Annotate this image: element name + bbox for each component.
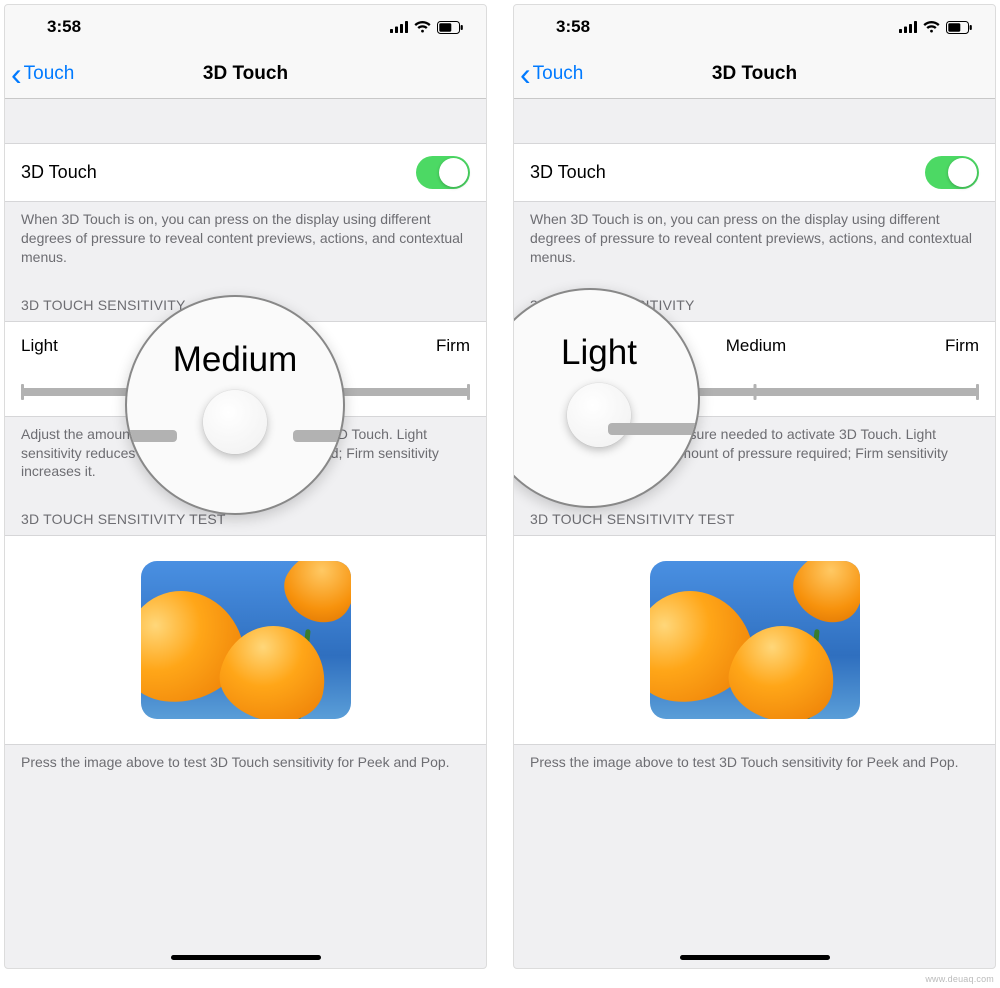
sensitivity-slider[interactable] — [21, 374, 470, 404]
slider-labels: Light Medium Firm — [530, 336, 979, 356]
cellular-signal-icon — [899, 21, 917, 33]
slider-tick — [467, 384, 470, 400]
chevron-left-icon: ‹ — [11, 58, 22, 90]
slider-label-medium: Medium — [726, 336, 786, 356]
slider-tick — [753, 384, 756, 400]
battery-icon — [946, 21, 973, 34]
wifi-icon — [923, 21, 940, 33]
slider-label-medium: Medium — [217, 336, 277, 356]
slider-labels: Light Medium Firm — [21, 336, 470, 356]
status-bar: 3:58 — [514, 5, 995, 49]
battery-icon — [437, 21, 464, 34]
test-header: 3D TOUCH SENSITIVITY TEST — [5, 491, 486, 535]
test-section — [514, 535, 995, 745]
slider-label-firm: Firm — [436, 336, 470, 356]
back-label: Touch — [24, 63, 75, 85]
toggle-label: 3D Touch — [530, 162, 606, 183]
slider-label-firm: Firm — [945, 336, 979, 356]
sensitivity-slider[interactable] — [530, 374, 979, 404]
spacer — [5, 99, 486, 143]
test-header: 3D TOUCH SENSITIVITY TEST — [514, 491, 995, 535]
slider-tick — [976, 384, 979, 400]
toggle-footer: When 3D Touch is on, you can press on th… — [5, 202, 486, 277]
slider-label-light: Light — [530, 336, 567, 356]
test-section — [5, 535, 486, 745]
watermark: www.deuaq.com — [925, 974, 994, 984]
nav-bar: ‹ Touch 3D Touch — [514, 49, 995, 99]
back-button[interactable]: ‹ Touch — [514, 58, 583, 90]
slider-thumb[interactable] — [528, 377, 558, 407]
phone-right: 3:58 ‹ Touch 3D Touch 3D Touc — [513, 4, 996, 969]
slider-thumb[interactable] — [231, 377, 261, 407]
toggle-3d-touch[interactable] — [416, 156, 470, 189]
status-time: 3:58 — [556, 17, 590, 37]
chevron-left-icon: ‹ — [520, 58, 531, 90]
test-footer: Press the image above to test 3D Touch s… — [5, 745, 486, 782]
toggle-knob — [948, 158, 977, 187]
toggle-row-3d-touch: 3D Touch — [514, 143, 995, 202]
spacer — [514, 99, 995, 143]
sensitivity-test-image[interactable] — [650, 561, 860, 719]
page-title: 3D Touch — [5, 63, 486, 85]
sensitivity-header: 3D TOUCH SENSITIVITY — [514, 277, 995, 321]
sensitivity-slider-box: Light Medium Firm — [514, 321, 995, 417]
toggle-footer: When 3D Touch is on, you can press on th… — [514, 202, 995, 277]
test-footer: Press the image above to test 3D Touch s… — [514, 745, 995, 782]
back-label: Touch — [533, 63, 584, 85]
toggle-knob — [439, 158, 468, 187]
status-icons — [899, 21, 973, 34]
cellular-signal-icon — [390, 21, 408, 33]
toggle-label: 3D Touch — [21, 162, 97, 183]
status-icons — [390, 21, 464, 34]
page-title: 3D Touch — [514, 63, 995, 85]
home-indicator[interactable] — [680, 955, 830, 960]
sensitivity-slider-box: Light Medium Firm — [5, 321, 486, 417]
toggle-3d-touch[interactable] — [925, 156, 979, 189]
phone-left: 3:58 ‹ Touch 3D Touch 3D Touc — [4, 4, 487, 969]
sensitivity-test-image[interactable] — [141, 561, 351, 719]
sensitivity-header: 3D TOUCH SENSITIVITY — [5, 277, 486, 321]
sensitivity-footer: Adjust the amount of pressure needed to … — [5, 417, 486, 492]
toggle-row-3d-touch: 3D Touch — [5, 143, 486, 202]
wifi-icon — [414, 21, 431, 33]
home-indicator[interactable] — [171, 955, 321, 960]
slider-label-light: Light — [21, 336, 58, 356]
slider-tick — [21, 384, 24, 400]
status-bar: 3:58 — [5, 5, 486, 49]
back-button[interactable]: ‹ Touch — [5, 58, 74, 90]
sensitivity-footer: Adjust the amount of pressure needed to … — [514, 417, 995, 492]
nav-bar: ‹ Touch 3D Touch — [5, 49, 486, 99]
status-time: 3:58 — [47, 17, 81, 37]
